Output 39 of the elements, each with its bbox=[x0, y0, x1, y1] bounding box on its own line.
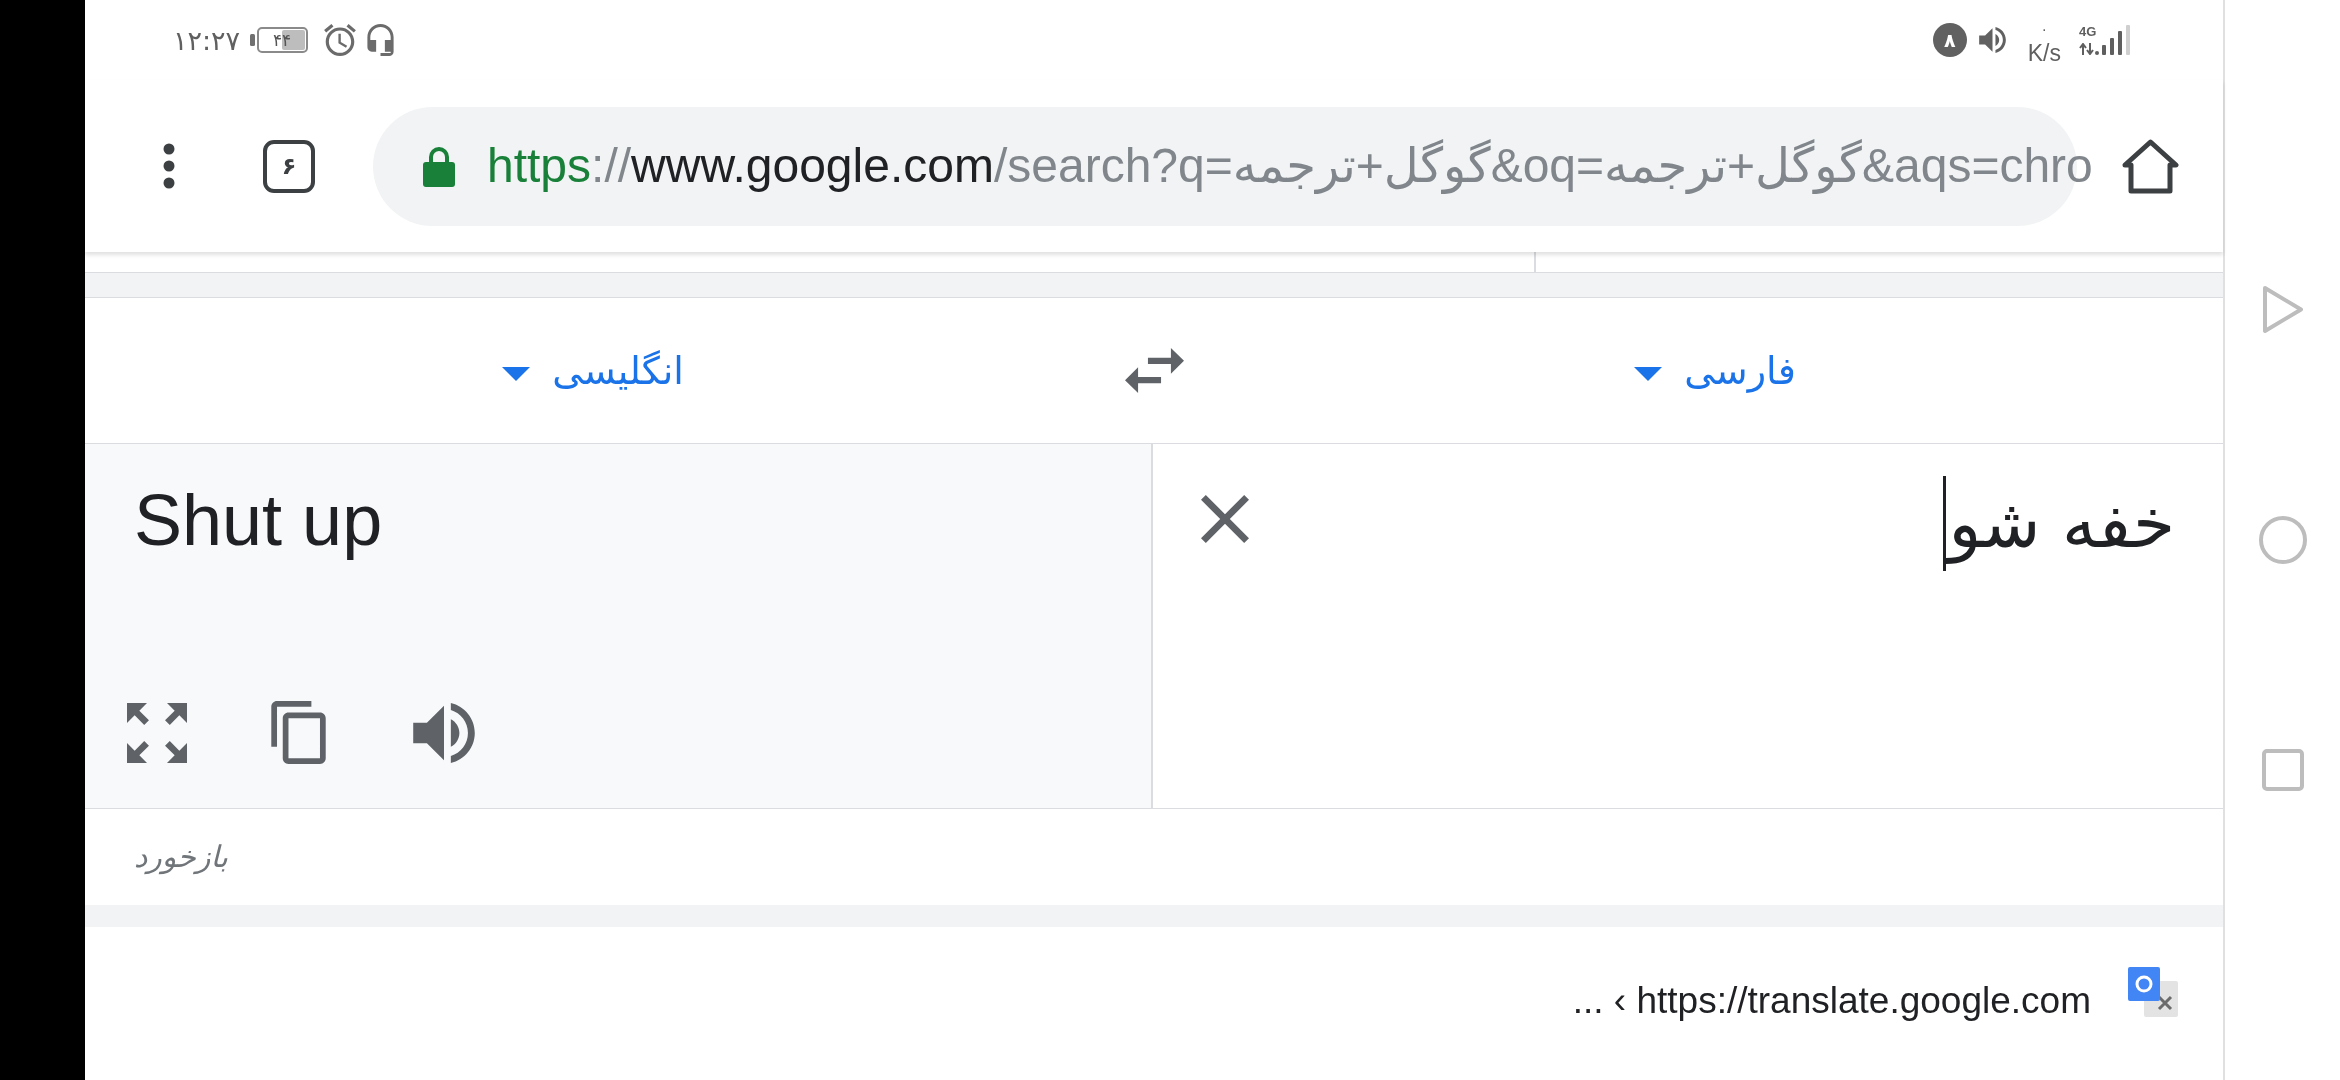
caret-icon bbox=[502, 366, 531, 381]
headset-icon bbox=[366, 24, 396, 56]
square-icon bbox=[2261, 749, 2304, 791]
volume-icon bbox=[1978, 27, 2006, 53]
fullscreen-button[interactable] bbox=[127, 702, 187, 763]
close-icon bbox=[1201, 495, 1249, 543]
swap-languages-button[interactable] bbox=[1124, 348, 1184, 393]
lock-icon bbox=[423, 145, 455, 187]
network-speed-value: ۰ bbox=[2040, 21, 2049, 36]
expand-icon bbox=[127, 702, 187, 763]
battery-icon bbox=[250, 27, 309, 53]
battery-percent: ۴۴ bbox=[273, 31, 292, 49]
network-speed-unit: K/s bbox=[2027, 41, 2061, 65]
notification-count-badge: ۸ bbox=[1932, 23, 1967, 57]
more-menu-button[interactable] bbox=[163, 143, 175, 189]
caret-icon bbox=[1634, 366, 1663, 381]
copy-icon bbox=[270, 701, 327, 764]
alarm-clock-icon bbox=[324, 24, 357, 56]
speaker-icon bbox=[413, 702, 475, 763]
clock-time: ۱۲:۲۷ bbox=[173, 26, 241, 54]
data-arrows-icon bbox=[2079, 43, 2099, 55]
network-type: 4G bbox=[2079, 25, 2098, 38]
home-button[interactable] bbox=[2122, 138, 2179, 194]
target-language-dropdown[interactable]: انگلیسی bbox=[502, 341, 684, 400]
translate-app-icon bbox=[2128, 967, 2178, 1017]
swap-icon bbox=[1124, 348, 1184, 393]
source-text-field[interactable]: خفه شو bbox=[1249, 476, 2175, 571]
triangle-icon bbox=[2261, 285, 2304, 334]
copy-button[interactable] bbox=[270, 701, 327, 764]
tab-switcher-button[interactable]: ۶ bbox=[263, 139, 315, 193]
home-icon bbox=[2122, 138, 2179, 194]
signal-bars-icon bbox=[2102, 25, 2130, 55]
translated-text: Shut up bbox=[134, 479, 383, 562]
listen-button[interactable] bbox=[413, 702, 475, 763]
more-vertical-icon bbox=[163, 143, 175, 189]
result-url[interactable]: ... ‹ https://translate.google.com bbox=[1572, 981, 2091, 1019]
source-language-dropdown[interactable]: فارسی bbox=[1634, 341, 1796, 400]
circle-icon bbox=[2258, 516, 2307, 564]
clear-text-button[interactable] bbox=[1201, 495, 1249, 543]
